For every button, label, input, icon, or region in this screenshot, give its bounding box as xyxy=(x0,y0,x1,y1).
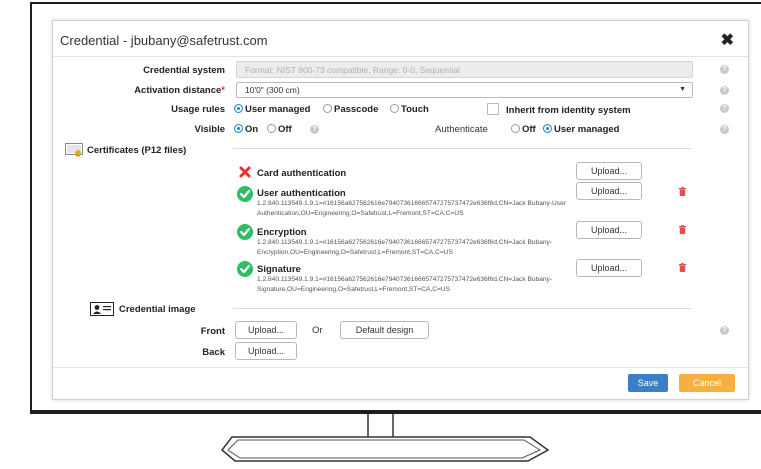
trash-icon[interactable] xyxy=(679,187,686,196)
visible-off[interactable]: Off xyxy=(267,124,292,135)
radio-selected[interactable] xyxy=(234,104,243,113)
checkbox[interactable] xyxy=(487,103,499,115)
inherit-from-identity-checkbox[interactable]: Inherit from identity system xyxy=(487,103,631,116)
trash-icon[interactable] xyxy=(679,263,686,272)
authenticate-label: Authenticate xyxy=(435,124,488,135)
check-circle-icon xyxy=(237,186,253,202)
back-upload-button[interactable]: Upload... xyxy=(235,342,297,360)
cert-user-authentication-detail: 1.2.840.113549.1.9.1=#16156a627562616e79… xyxy=(257,200,566,217)
help-icon[interactable]: ? xyxy=(720,125,729,134)
cert-card-authentication-name: Card authentication xyxy=(257,168,347,179)
required-mark: * xyxy=(221,85,225,96)
usage-rule-user-managed[interactable]: User managed xyxy=(234,104,310,115)
authenticate-user-managed[interactable]: User managed xyxy=(543,124,619,135)
activation-distance-value: 10'0" (300 cm) xyxy=(245,85,300,95)
radio-selected[interactable] xyxy=(234,124,243,133)
usage-rule-touch[interactable]: Touch xyxy=(390,104,429,115)
upload-encryption-button[interactable]: Upload... xyxy=(576,221,642,239)
or-label: Or xyxy=(312,325,323,336)
cert-encryption-detail: 1.2.840.113549.1.9.1=#16156a627562616e79… xyxy=(257,239,553,256)
credential-system-label: Credential system xyxy=(143,65,225,76)
help-icon[interactable]: ? xyxy=(310,125,319,134)
certificates-label: Certificates (P12 files) xyxy=(87,145,187,156)
cert-user-authentication-name: User authentication xyxy=(257,188,346,199)
front-label: Front xyxy=(200,326,225,337)
title-divider xyxy=(53,56,748,57)
close-icon[interactable]: ✖ xyxy=(721,30,734,50)
certificate-icon xyxy=(65,143,83,157)
section-divider xyxy=(233,308,691,309)
visible-on[interactable]: On xyxy=(234,124,258,135)
help-icon[interactable]: ? xyxy=(720,65,729,74)
activation-distance-select[interactable]: 10'0" (300 cm) ▼ xyxy=(236,82,693,98)
radio[interactable] xyxy=(511,124,520,133)
credential-dialog: Credential - jbubany@safetrust.com ✖ Cre… xyxy=(52,20,749,400)
check-circle-icon xyxy=(237,261,253,277)
help-icon[interactable]: ? xyxy=(720,326,729,335)
help-icon[interactable]: ? xyxy=(720,86,729,95)
upload-signature-button[interactable]: Upload... xyxy=(576,259,642,277)
footer-divider xyxy=(53,367,748,368)
radio[interactable] xyxy=(323,104,332,113)
cert-encryption-name: Encryption xyxy=(257,227,307,238)
cancel-button[interactable]: Cancel xyxy=(679,374,735,392)
authenticate-off[interactable]: Off xyxy=(511,124,536,135)
error-x-icon xyxy=(239,166,251,178)
chevron-down-icon: ▼ xyxy=(679,86,686,93)
default-design-button[interactable]: Default design xyxy=(340,321,429,339)
dialog-title: Credential - jbubany@safetrust.com xyxy=(60,33,268,48)
section-divider xyxy=(233,148,691,149)
help-icon[interactable]: ? xyxy=(720,104,729,113)
usage-rules-label: Usage rules xyxy=(171,104,225,115)
radio[interactable] xyxy=(267,124,276,133)
usage-rule-passcode[interactable]: Passcode xyxy=(323,104,378,115)
credential-image-label: Credential image xyxy=(119,304,196,315)
credential-system-field: Format: NIST 800-73 compatible, Range: 0… xyxy=(236,61,693,78)
radio-selected[interactable] xyxy=(543,124,552,133)
activation-distance-label: Activation distance* xyxy=(134,85,225,96)
front-upload-button[interactable]: Upload... xyxy=(235,321,297,339)
id-card-icon xyxy=(90,302,114,316)
trash-icon[interactable] xyxy=(679,225,686,234)
back-label: Back xyxy=(202,347,225,358)
cert-signature-name: Signature xyxy=(257,264,301,275)
radio[interactable] xyxy=(390,104,399,113)
check-circle-icon xyxy=(237,224,253,240)
upload-user-authentication-button[interactable]: Upload... xyxy=(576,182,642,200)
visible-label: Visible xyxy=(194,124,225,135)
cert-signature-detail: 1.2.840.113549.1.9.1=#16156a627562616e79… xyxy=(257,276,553,293)
save-button[interactable]: Save xyxy=(628,374,668,392)
upload-card-authentication-button[interactable]: Upload... xyxy=(576,162,642,180)
